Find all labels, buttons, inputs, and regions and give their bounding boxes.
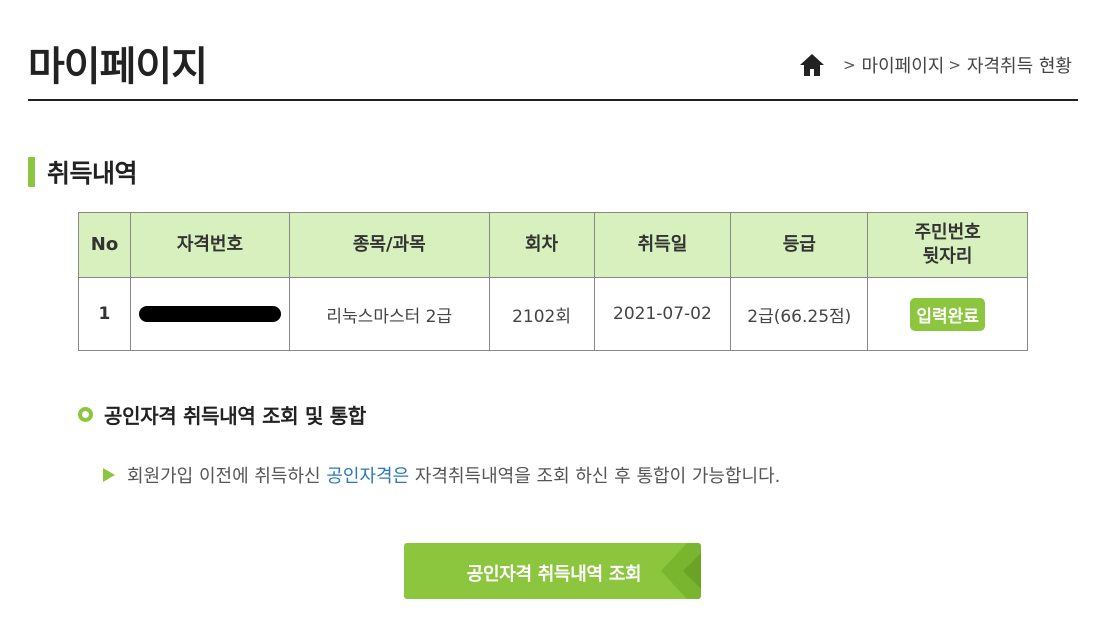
info-text-highlight: 공인자격은 bbox=[326, 466, 410, 487]
circle-bullet-icon bbox=[78, 407, 93, 422]
integration-title: 공인자격 취득내역 조회 및 통합 bbox=[104, 404, 366, 428]
acquisition-table: No 자격번호 종목/과목 회차 취득일 등급 주민번호 뒷자리 1 리눅스마스… bbox=[78, 212, 1028, 351]
breadcrumb-cert-status[interactable]: 자격취득 현황 bbox=[967, 52, 1072, 78]
table-header-row: No 자격번호 종목/과목 회차 취득일 등급 주민번호 뒷자리 bbox=[78, 212, 1028, 278]
col-header-subject: 종목/과목 bbox=[288, 212, 490, 278]
col-header-grade: 등급 bbox=[730, 212, 869, 278]
breadcrumb-separator: > bbox=[842, 56, 856, 74]
table-row: 1 리눅스마스터 2급 2102회 2021-07-02 2급(66.25점) … bbox=[78, 277, 1028, 351]
section-heading: 취득내역 bbox=[28, 154, 138, 190]
home-icon[interactable] bbox=[799, 53, 825, 77]
cell-date: 2021-07-02 bbox=[593, 277, 732, 351]
section-accent-bar bbox=[28, 157, 35, 187]
status-badge[interactable]: 입력완료 bbox=[910, 297, 985, 331]
cell-cert-no bbox=[129, 277, 290, 351]
triangle-bullet-icon bbox=[103, 468, 115, 482]
breadcrumb-separator: > bbox=[948, 56, 961, 74]
breadcrumb-mypage[interactable]: 마이페이지 bbox=[862, 52, 945, 78]
col-header-id-suffix: 주민번호 뒷자리 bbox=[867, 212, 1028, 278]
col-header-id-line2: 뒷자리 bbox=[922, 246, 973, 267]
cell-round: 2102회 bbox=[488, 277, 595, 351]
cell-grade: 2급(66.25점) bbox=[730, 277, 869, 351]
integration-info: 회원가입 이전에 취득하신 공인자격은 자격취득내역을 조회 하신 후 통합이 … bbox=[103, 462, 780, 488]
integration-heading: 공인자격 취득내역 조회 및 통합 bbox=[78, 400, 366, 429]
page-header: 마이페이지 > 마이페이지 > 자격취득 현황 bbox=[28, 30, 1078, 101]
redacted-cert-number bbox=[138, 306, 281, 322]
info-text-before: 회원가입 이전에 취득하신 bbox=[127, 466, 327, 487]
cell-no: 1 bbox=[78, 277, 131, 351]
col-header-no: No bbox=[78, 212, 131, 278]
col-header-cert-no: 자격번호 bbox=[129, 212, 290, 278]
breadcrumb: > 마이페이지 > 자격취득 현황 bbox=[799, 52, 1072, 78]
page-title: 마이페이지 bbox=[28, 44, 208, 90]
cell-subject: 리눅스마스터 2급 bbox=[288, 277, 490, 351]
col-header-date: 취득일 bbox=[593, 212, 732, 278]
cert-lookup-button-label: 공인자격 취득내역 조회 bbox=[466, 564, 642, 585]
col-header-id-line1: 주민번호 bbox=[914, 222, 981, 243]
info-text-after: 자격취득내역을 조회 하신 후 통합이 가능합니다. bbox=[409, 466, 781, 487]
cell-id-suffix: 입력완료 bbox=[867, 277, 1028, 351]
col-header-round: 회차 bbox=[488, 212, 595, 278]
section-title: 취득내역 bbox=[47, 159, 138, 188]
integration-info-text: 회원가입 이전에 취득하신 공인자격은 자격취득내역을 조회 하신 후 통합이 … bbox=[127, 462, 780, 488]
cert-lookup-button[interactable]: 공인자격 취득내역 조회 bbox=[404, 543, 701, 599]
